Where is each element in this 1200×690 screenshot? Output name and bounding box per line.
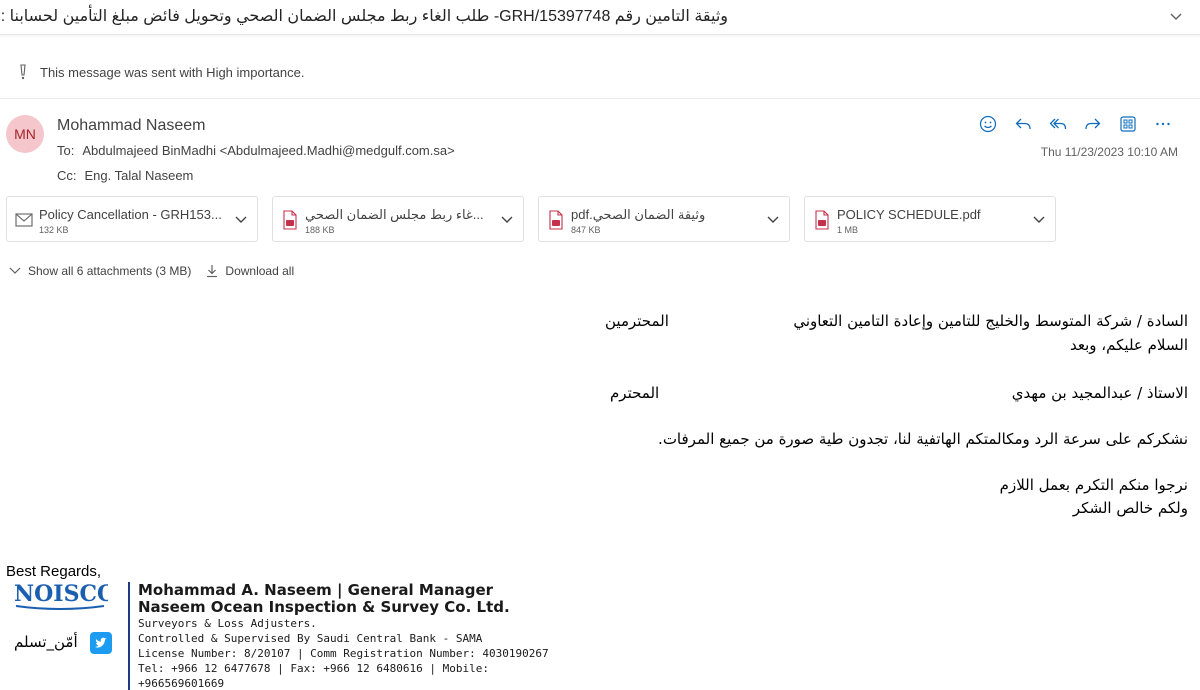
signature-line-5: +966569601669 <box>138 677 225 690</box>
attachment-name: ...غاء ربط مجلس الضمان الصحي <box>305 207 484 222</box>
signature-company: Naseem Ocean Inspection & Survey Co. Ltd… <box>138 598 510 616</box>
email-file-icon <box>15 210 33 230</box>
to-label: To: <box>57 143 75 158</box>
signature-line-2: Controlled & Supervised By Saudi Central… <box>138 632 483 645</box>
attachment-name: POLICY SCHEDULE.pdf <box>837 207 981 222</box>
body-line-closing: ولكم خالص الشكر <box>1072 499 1188 517</box>
signature-line-4: Tel: +966 12 6477678 | Fax: +966 12 6480… <box>138 662 489 675</box>
attachment-size: 132 KB <box>39 225 69 235</box>
twitter-handle[interactable]: أمّن_تسلم <box>14 633 78 651</box>
body-line-addressee: السادة / شركة المتوسط والخليج للتامين وإ… <box>793 312 1188 330</box>
attachment-card[interactable]: وثيقة الضمان الصحي.pdf 847 KB <box>538 196 790 242</box>
exclamation-icon <box>16 64 30 80</box>
subject-bar: Re: طلب الغاء ربط مجلس الضمان الصحي وتحو… <box>0 0 1200 35</box>
body-line-greeting: السلام عليكم، وبعد <box>1070 336 1188 354</box>
chevron-down-icon[interactable] <box>499 211 515 227</box>
reply-icon[interactable] <box>1005 112 1040 136</box>
signature-line-1: Surveyors & Loss Adjusters. <box>138 617 317 630</box>
attachment-card[interactable]: Policy Cancellation - GRH153... 132 KB <box>6 196 258 242</box>
download-all-label: Download all <box>225 264 295 278</box>
more-icon[interactable] <box>1145 112 1180 136</box>
body-line-request: نرجوا منكم التكرم بعمل اللازم <box>999 476 1188 494</box>
show-all-label: Show all 6 attachments (3 MB) <box>28 264 192 278</box>
attachment-name: وثيقة الضمان الصحي.pdf <box>571 207 706 222</box>
body-line-attention-suffix: المحترم <box>610 384 660 402</box>
cc-recipient[interactable]: Eng. Talal Naseem <box>85 168 194 183</box>
forward-icon[interactable] <box>1075 112 1110 136</box>
signature-line-3: License Number: 8/20107 | Comm Registrat… <box>138 647 549 660</box>
body-line-addressee-suffix: المحترمين <box>605 312 669 330</box>
importance-text: This message was sent with High importan… <box>40 65 305 80</box>
attachment-card[interactable]: ...غاء ربط مجلس الضمان الصحي 188 KB <box>272 196 524 242</box>
logo-text: NOISCO <box>14 581 108 607</box>
chevron-down-icon[interactable] <box>1031 211 1047 227</box>
importance-banner: This message was sent with High importan… <box>0 54 1200 99</box>
smiley-icon[interactable] <box>970 112 1005 136</box>
avatar[interactable]: MN <box>6 115 44 153</box>
cc-line: Cc: Eng. Talal Naseem <box>57 168 193 183</box>
attachment-size: 847 KB <box>571 225 601 235</box>
chevron-down-icon[interactable] <box>233 211 249 227</box>
apps-icon[interactable] <box>1110 112 1145 136</box>
pdf-file-icon <box>813 210 831 230</box>
sent-timestamp: Thu 11/23/2023 10:10 AM <box>1040 145 1178 159</box>
to-line: To: Abdulmajeed BinMadhi <Abdulmajeed.Mad… <box>57 143 455 158</box>
attachment-name: Policy Cancellation - GRH153... <box>39 207 222 222</box>
download-icon <box>207 265 218 278</box>
message-actions <box>970 112 1180 136</box>
download-all-link[interactable]: Download all <box>205 264 294 278</box>
attachment-size: 1 MB <box>837 225 859 235</box>
pdf-file-icon <box>547 210 565 230</box>
email-subject: Re: طلب الغاء ربط مجلس الضمان الصحي وتحو… <box>0 8 728 25</box>
company-logo: NOISCO <box>12 579 116 616</box>
attachment-card[interactable]: POLICY SCHEDULE.pdf 1 MB <box>804 196 1056 242</box>
attachment-size: 188 KB <box>305 225 335 235</box>
signature-greeting: Best Regards, <box>6 563 102 580</box>
body-line-attention: الاستاذ / عبدالمجيد بن مهدي <box>1011 384 1188 402</box>
sender-name[interactable]: Mohammad Naseem <box>57 117 206 135</box>
show-all-attachments-link[interactable]: Show all 6 attachments (3 MB) <box>8 264 191 278</box>
attachment-links: Show all 6 attachments (3 MB) Download a… <box>8 264 294 278</box>
chevron-down-icon <box>9 267 21 274</box>
pdf-file-icon <box>281 210 299 230</box>
to-recipient[interactable]: Abdulmajeed BinMadhi <Abdulmajeed.Madhi@… <box>82 143 454 158</box>
reply-all-icon[interactable] <box>1040 112 1075 136</box>
signature-name-title: Mohammad A. Naseem | General Manager <box>138 581 494 599</box>
chevron-down-icon[interactable] <box>765 211 781 227</box>
collapse-chevron-icon[interactable] <box>1166 6 1186 26</box>
signature-divider <box>128 582 130 690</box>
cc-label: Cc: <box>57 168 77 183</box>
twitter-icon[interactable] <box>90 632 112 654</box>
body-line-thanks: نشكركم على سرعة الرد ومكالمتكم الهاتفية … <box>658 430 1188 448</box>
